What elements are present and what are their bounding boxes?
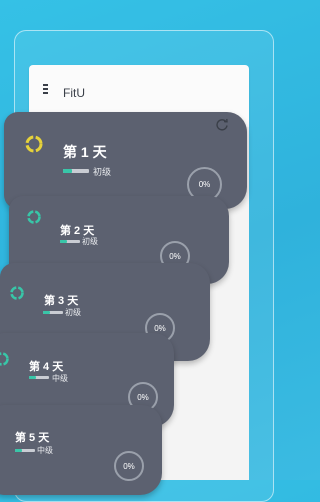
day-card-5[interactable]: 第 5 天 中级 0% <box>0 405 162 495</box>
day-title: 第 4 天 <box>29 361 64 373</box>
progress-ring: 0% <box>114 451 144 481</box>
day-title: 第 1 天 <box>63 144 107 160</box>
level-label: 初级 <box>65 308 81 317</box>
progress-bar <box>63 169 89 173</box>
menu-icon[interactable] <box>43 84 57 98</box>
progress-bar <box>15 449 35 452</box>
refresh-icon[interactable] <box>215 118 229 132</box>
level-label: 初级 <box>82 237 98 246</box>
progress-bar <box>29 376 49 379</box>
day-title: 第 3 天 <box>44 295 79 307</box>
progress-bar <box>60 240 80 243</box>
progress-percent: 0% <box>137 392 149 402</box>
day-title: 第 5 天 <box>15 432 50 444</box>
level-label: 中级 <box>37 446 53 455</box>
level-label: 初级 <box>93 167 112 177</box>
progress-bar <box>43 311 63 314</box>
workout-ring-icon <box>25 135 43 153</box>
workout-ring-icon <box>27 210 41 224</box>
workout-ring-icon <box>10 286 24 300</box>
progress-percent: 0% <box>198 180 211 189</box>
progress-percent: 0% <box>154 323 166 333</box>
app-title: FitU <box>63 86 85 100</box>
workout-ring-icon <box>0 352 9 366</box>
level-label: 中级 <box>52 374 68 383</box>
progress-percent: 0% <box>123 461 135 471</box>
day-card-1[interactable]: 第 1 天 初级 0% <box>4 112 247 209</box>
progress-percent: 0% <box>169 251 181 261</box>
